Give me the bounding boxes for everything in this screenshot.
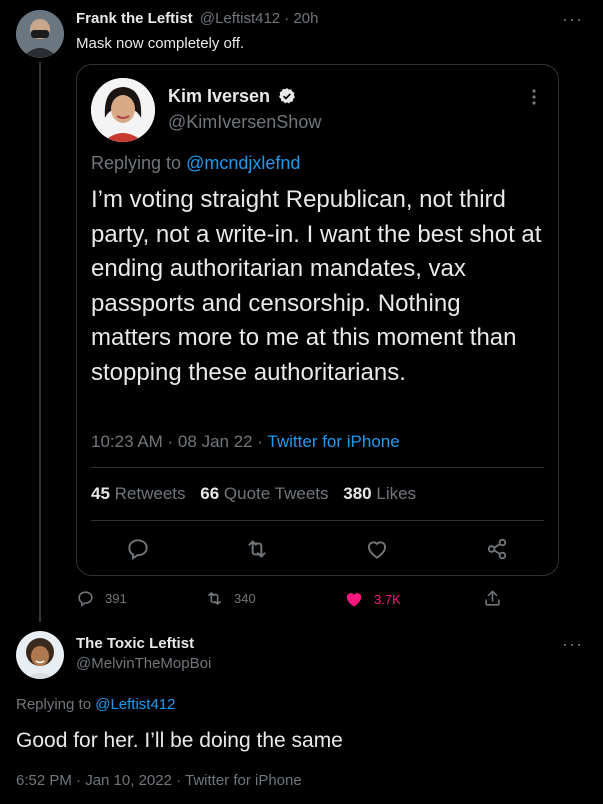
quoted-divider-1: [91, 467, 544, 468]
quoted-replying-to: Replying to @mcndjxlefnd: [91, 153, 300, 174]
quoted-author-row: Kim Iversen: [168, 86, 296, 107]
verified-badge-icon: [278, 87, 296, 105]
retweet-icon: [205, 589, 224, 608]
retweets-stat[interactable]: 45 Retweets: [91, 484, 186, 503]
tweet1-author-name[interactable]: Frank the Leftist: [76, 10, 193, 27]
quoted-share-icon[interactable]: [484, 536, 510, 562]
retweet-count: 340: [234, 591, 256, 606]
reply-icon: [76, 589, 95, 608]
tweet2-meta[interactable]: 6:52 PM · Jan 10, 2022 · Twitter for iPh…: [16, 772, 302, 789]
tweet1-share-icon[interactable]: [483, 589, 502, 608]
tweet2-handle[interactable]: @MelvinTheMopBoi: [76, 655, 211, 672]
retweets-count: 45: [91, 484, 110, 503]
tweet1-like-action[interactable]: 3.7K: [344, 589, 401, 609]
heart-filled-icon: [344, 589, 364, 609]
likes-label: Likes: [376, 484, 417, 503]
tweet1-text: Mask now completely off.: [76, 35, 245, 52]
tweet2-text: Good for her. I’ll be doing the same: [16, 729, 343, 752]
likes-count: 380: [343, 484, 372, 503]
quoted-retweet-icon[interactable]: [244, 536, 270, 562]
tweet1-reply-action[interactable]: 391: [76, 589, 127, 608]
tweet2-more-icon[interactable]: ···: [562, 635, 583, 653]
quoted-text: I’m voting straight Republican, not thir…: [91, 186, 542, 386]
tweet1-retweet-action[interactable]: 340: [205, 589, 256, 608]
quoted-like-icon[interactable]: [364, 536, 390, 562]
quoted-replying-handle[interactable]: @mcndjxlefnd: [186, 153, 300, 173]
quoted-replying-prefix: Replying to: [91, 153, 182, 173]
quotes-label: Quote Tweets: [223, 484, 329, 503]
tweet2-replying-handle[interactable]: @Leftist412: [95, 696, 175, 713]
thread-line: [39, 62, 41, 622]
quoted-author-name[interactable]: Kim Iversen: [168, 86, 270, 106]
quoted-source[interactable]: Twitter for iPhone: [267, 432, 399, 451]
reply-count: 391: [105, 591, 127, 606]
quoted-more-icon[interactable]: [531, 88, 539, 106]
quotes-stat[interactable]: 66 Quote Tweets: [200, 484, 328, 503]
tweet2-author-name[interactable]: The Toxic Leftist: [76, 635, 194, 652]
retweets-label: Retweets: [114, 484, 186, 503]
quoted-handle[interactable]: @KimIversenShow: [168, 112, 321, 133]
likes-stat[interactable]: 380 Likes: [343, 484, 416, 503]
tweet2-replying-to: Replying to @Leftist412: [16, 696, 176, 713]
tweet1-handle-time[interactable]: @Leftist412 · 20h: [200, 10, 319, 27]
tweet2-replying-prefix: Replying to: [16, 696, 92, 713]
quoted-timestamp[interactable]: 10:23 AM · 08 Jan 22 ·: [91, 432, 267, 451]
like-count: 3.7K: [374, 591, 401, 607]
avatar-melvin[interactable]: [16, 631, 64, 679]
tweet1-header: Frank the Leftist @Leftist412 · 20h: [76, 10, 319, 27]
quotes-count: 66: [200, 484, 220, 503]
tweet1-more-icon[interactable]: ···: [562, 10, 583, 28]
quoted-meta: 10:23 AM · 08 Jan 22 · Twitter for iPhon…: [91, 432, 400, 452]
quoted-divider-2: [91, 520, 544, 521]
avatar-frank[interactable]: [16, 10, 64, 58]
avatar-kim[interactable]: [91, 78, 155, 142]
quoted-reply-icon[interactable]: [125, 536, 151, 562]
quoted-stats: 45 Retweets 66 Quote Tweets 380 Likes: [91, 484, 416, 504]
